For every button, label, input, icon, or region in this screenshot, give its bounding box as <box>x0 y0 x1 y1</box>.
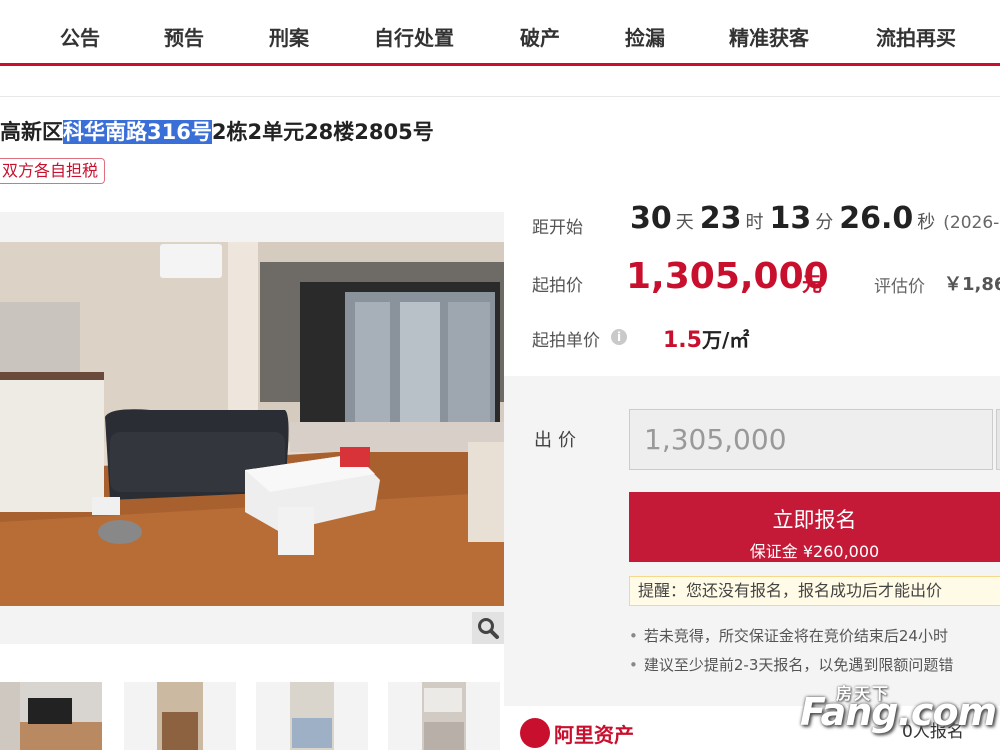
evaluation-label: 评估价 <box>874 277 925 297</box>
nav-item-bankruptcy[interactable]: 破产 <box>520 22 560 51</box>
thumbnail-2[interactable] <box>124 682 236 750</box>
thumbnail-image <box>124 682 236 750</box>
watermark-logo: Fang.com <box>800 690 997 734</box>
bid-label: 出价 <box>534 430 582 451</box>
thumbnail-1[interactable] <box>0 682 102 750</box>
note-text: 建议至少提前2-3天报名，以免遇到限额问题错 <box>643 656 954 674</box>
nav-item-preview[interactable]: 预告 <box>164 22 204 51</box>
nav-item-bargain[interactable]: 捡漏 <box>625 22 665 51</box>
title-highlight: 科华南路316号 <box>63 120 212 144</box>
page-title: 高新区科华南路316号2栋2单元28楼2805号 <box>0 116 434 146</box>
deposit-label: 保证金 ¥260,000 <box>749 542 880 561</box>
bid-input[interactable] <box>629 409 993 470</box>
title-suffix: 2栋2单元28楼2805号 <box>211 120 434 144</box>
hours-unit: 时 <box>745 212 764 233</box>
countdown-days: 30 <box>630 201 672 236</box>
tax-tag: 双方各自担税 <box>0 158 106 184</box>
thumbnail-3[interactable] <box>256 682 368 750</box>
nav-item-announcement[interactable]: 公告 <box>60 22 100 51</box>
note-item: • 若未竞得，所交保证金将在竞价结束后24小时 <box>629 625 1000 646</box>
unit-price-label: 起拍单价 <box>532 331 600 351</box>
ali-brand-text: 阿里资产 <box>554 722 634 747</box>
countdown-minutes: 13 <box>769 201 812 236</box>
note-text: 若未竞得，所交保证金将在竞价结束后24小时 <box>643 627 948 645</box>
unit-price-unit: 万/㎡ <box>701 328 750 352</box>
note-item: • 建议至少提前2-3天报名，以免遇到限额问题错 <box>629 654 1000 675</box>
countdown: 30天23时13分26.0秒 (2026-10-2 <box>630 201 1000 236</box>
start-date: (2026-10-2 <box>943 213 1000 233</box>
ali-asset-logo-icon <box>520 718 550 748</box>
ali-asset-logo[interactable]: 阿里资产 <box>520 718 634 748</box>
top-nav: 公告 预告 刑案 自行处置 破产 捡漏 精准获客 流拍再买 <box>0 0 1000 66</box>
living-room-photo <box>0 242 504 606</box>
thumbnail-image <box>256 682 368 750</box>
countdown-hours: 23 <box>699 201 742 236</box>
signup-button[interactable]: 立即报名 保证金 ¥260,000 <box>629 492 1000 562</box>
countdown-seconds: 26.0 <box>839 201 914 236</box>
countdown-label: 距开始 <box>532 218 583 238</box>
nav-item-rebuy[interactable]: 流拍再买 <box>876 22 956 51</box>
minutes-unit: 分 <box>815 212 834 233</box>
nav-item-self-disposal[interactable]: 自行处置 <box>374 22 454 51</box>
bullet: • <box>629 627 638 645</box>
nav-item-criminal[interactable]: 刑案 <box>269 22 309 51</box>
start-price-unit: 元 <box>802 272 822 296</box>
main-photo[interactable] <box>0 242 504 606</box>
divider <box>0 96 1000 97</box>
unit-price-value: 1.5 <box>663 328 702 353</box>
magnifier-icon <box>478 618 499 639</box>
thumbnail-image <box>388 682 500 750</box>
thumbnail-4[interactable] <box>388 682 500 750</box>
start-price-value: 1,305,000 <box>626 256 829 297</box>
days-unit: 天 <box>675 212 694 233</box>
thumbnail-image <box>0 682 102 750</box>
signup-button-label: 立即报名 <box>772 508 857 532</box>
evaluation-value: ￥1,86 <box>944 274 1000 295</box>
info-icon[interactable]: i <box>611 329 627 345</box>
bullet: • <box>629 656 638 674</box>
bid-stepper[interactable] <box>996 409 1000 470</box>
seconds-unit: 秒 <box>917 212 936 233</box>
nav-item-precise-leads[interactable]: 精准获客 <box>729 22 809 51</box>
title-prefix: 高新区 <box>0 120 63 144</box>
start-price-label: 起拍价 <box>532 276 583 296</box>
zoom-button[interactable] <box>472 612 504 644</box>
unit-price: 1.5万/㎡ <box>663 324 749 353</box>
reminder-banner: 提醒：您还没有报名，报名成功后才能出价 <box>629 576 1000 606</box>
